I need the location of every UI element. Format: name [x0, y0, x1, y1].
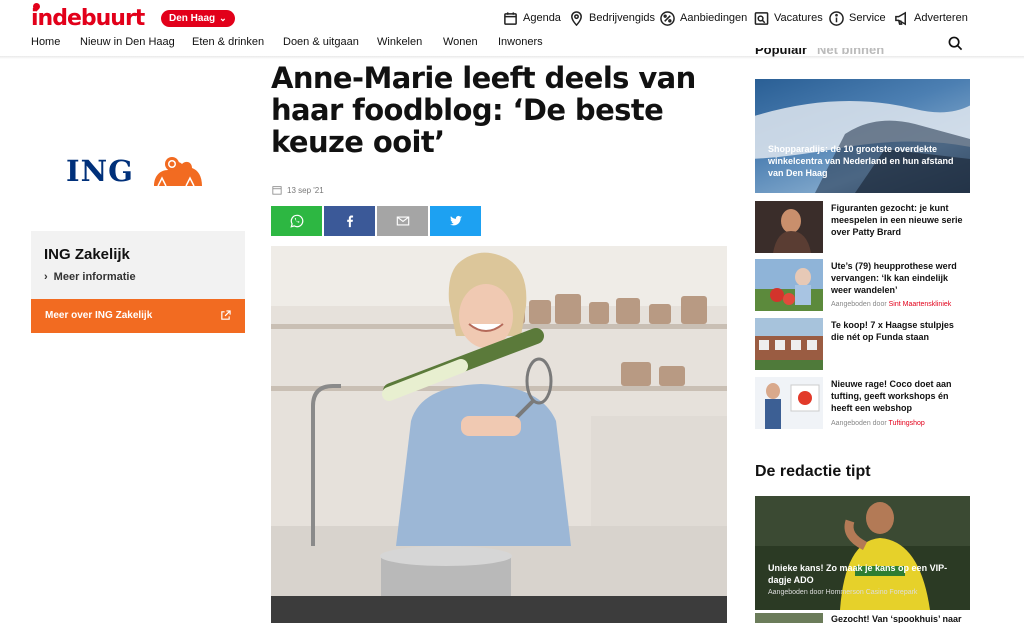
list-item[interactable]: Gezocht! Van ‘spookhuis’ naar [755, 613, 970, 623]
article-date: 13 sep '21 [272, 185, 324, 195]
nav-agenda[interactable]: Agenda [503, 9, 561, 27]
sponsor-box: ING Zakelijk › Meer informatie [31, 231, 245, 299]
chevron-down-icon: ⌄ [219, 13, 227, 23]
list-item[interactable]: Nieuwe rage! Coco doet aan tufting, geef… [755, 377, 970, 429]
nav-item-nieuw[interactable]: Nieuw in Den Haag [80, 36, 175, 49]
list-item-title: Figuranten gezocht: je kunt meespelen in… [831, 203, 963, 237]
share-twitter-button[interactable] [430, 206, 481, 236]
nav-aanbiedingen[interactable]: Aanbiedingen [660, 9, 747, 27]
nav-service[interactable]: Service [829, 9, 886, 27]
list-item[interactable]: Te koop! 7 x Haagse stulpjes die nét op … [755, 318, 970, 370]
article-date-text: 13 sep '21 [287, 185, 324, 195]
list-item[interactable]: Figuranten gezocht: je kunt meespelen in… [755, 201, 970, 253]
nav-vacatures-label: Vacatures [774, 12, 823, 24]
right-tabs: Populair Net binnen [755, 48, 970, 62]
mail-icon [396, 216, 409, 226]
tab-popular[interactable]: Populair [755, 48, 807, 57]
list-item-title: Ute’s (79) heupprothese werd vervangen: … [831, 261, 957, 295]
nav-item-doen-uitgaan[interactable]: Doen & uitgaan [283, 36, 359, 49]
share-facebook-button[interactable] [324, 206, 375, 236]
article-headline: Anne-Marie leeft deels van haar foodblog… [271, 61, 696, 159]
external-link-icon [221, 310, 231, 320]
megaphone-icon [895, 11, 906, 25]
nav-item-wonen[interactable]: Wonen [443, 36, 478, 49]
list-item-sponsor: Aangeboden door Tuftingshop [831, 420, 925, 427]
nav-vacatures[interactable]: Vacatures [754, 9, 823, 27]
nav-item-home[interactable]: Home [31, 36, 60, 49]
calendar-icon [272, 186, 282, 195]
logo-text: indebuurt [31, 6, 145, 31]
facebook-icon [346, 215, 353, 228]
list-item[interactable]: Ute’s (79) heupprothese werd vervangen: … [755, 259, 970, 311]
twitter-icon [449, 215, 462, 226]
nav-bedrijvengids[interactable]: Bedrijvengids [569, 9, 655, 27]
city-selector[interactable]: Den Haag ⌄ [161, 10, 235, 27]
ing-logo[interactable]: ING [66, 150, 216, 194]
nav-adverteren-label: Adverteren [914, 12, 968, 24]
list-item-thumbnail [755, 377, 823, 429]
sponsor-title: ING Zakelijk [44, 246, 130, 263]
sponsor-more-info-link[interactable]: › Meer informatie [44, 271, 136, 283]
sponsor-name[interactable]: Hommerson Casino Forepark [826, 589, 918, 596]
nav-adverteren[interactable]: Adverteren [894, 9, 968, 27]
lion-icon [154, 157, 202, 187]
nav-agenda-label: Agenda [523, 12, 561, 24]
percent-icon [660, 10, 675, 26]
share-email-button[interactable] [377, 206, 428, 236]
site-logo[interactable]: indebuurt [31, 1, 145, 31]
article-hero-image [271, 246, 727, 623]
nav-item-inwoners[interactable]: Inwoners [498, 36, 543, 49]
calendar-icon [504, 11, 517, 25]
chevron-right-icon: › [44, 271, 48, 283]
whatsapp-icon [289, 214, 303, 228]
list-item-thumbnail [755, 259, 823, 311]
top-header: indebuurt Den Haag ⌄ Agenda Bedrijvengids… [0, 0, 1024, 36]
sponsor-link-label: Meer informatie [53, 271, 136, 283]
kitchen-photo [271, 246, 727, 623]
nav-item-eten-drinken[interactable]: Eten & drinken [192, 36, 264, 49]
location-pin-icon [571, 10, 582, 26]
nav-bedrijvengids-label: Bedrijvengids [589, 12, 656, 24]
list-item-title: Te koop! 7 x Haagse stulpjes die nét op … [831, 320, 954, 342]
sponsor-cta-button[interactable]: Meer over ING Zakelijk [31, 299, 245, 333]
ing-logo-text: ING [66, 154, 134, 188]
list-item-title: Gezocht! Van ‘spookhuis’ naar [831, 614, 962, 623]
tip-article-title: Unieke kans! Zo maak je kans op een VIP-… [768, 563, 948, 585]
city-label: Den Haag [169, 13, 216, 24]
nav-item-winkelen[interactable]: Winkelen [377, 36, 422, 49]
sponsor-cta-label: Meer over ING Zakelijk [45, 310, 153, 321]
featured-article-title: Shopparadijs: de 10 grootste overdekte w… [768, 144, 954, 178]
list-item-title: Nieuwe rage! Coco doet aan tufting, geef… [831, 379, 952, 413]
tip-article-sponsor: Aangeboden door Hommerson Casino Forepar… [768, 589, 918, 596]
info-icon [829, 10, 844, 26]
nav-service-label: Service [849, 12, 886, 24]
vacancy-icon [754, 11, 769, 25]
tab-new[interactable]: Net binnen [817, 48, 884, 57]
featured-article-card[interactable]: Shopparadijs: de 10 grootste overdekte w… [755, 79, 970, 193]
tip-heading: De redactie tipt [755, 463, 871, 480]
tip-article-card[interactable]: Unieke kans! Zo maak je kans op een VIP-… [755, 496, 970, 610]
sponsor-name[interactable]: Sint Maartenskliniek [889, 301, 952, 308]
list-item-sponsor: Aangeboden door Sint Maartenskliniek [831, 301, 952, 308]
list-item-thumbnail [755, 613, 823, 623]
sponsor-name[interactable]: Tuftingshop [889, 420, 925, 427]
list-item-thumbnail [755, 318, 823, 370]
share-whatsapp-button[interactable] [271, 206, 322, 236]
nav-aanbiedingen-label: Aanbiedingen [680, 12, 748, 24]
list-item-thumbnail [755, 201, 823, 253]
